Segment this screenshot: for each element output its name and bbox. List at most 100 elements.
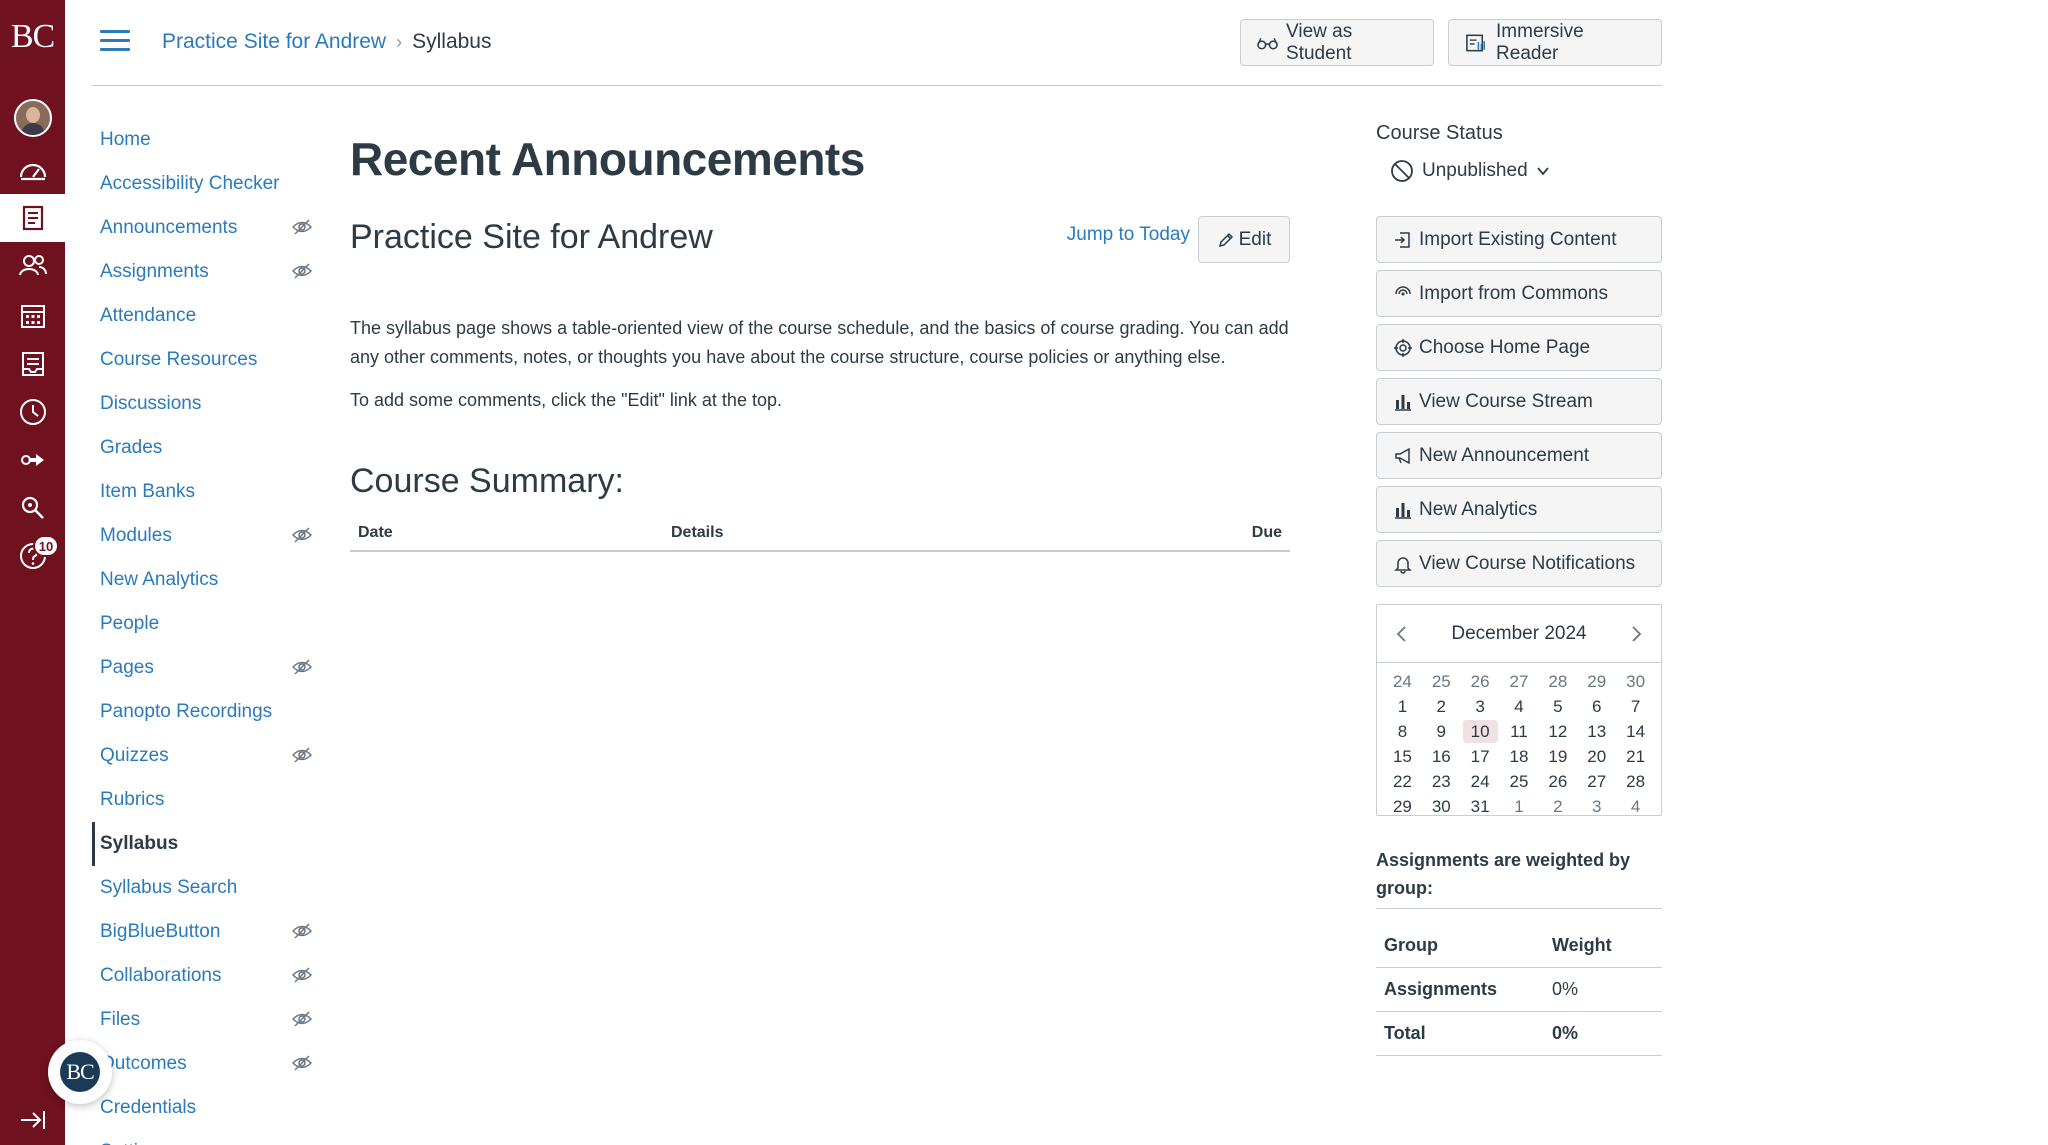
course-nav-people[interactable]: People bbox=[92, 602, 302, 646]
view-as-student-button[interactable]: View as Student bbox=[1240, 19, 1434, 66]
course-nav-item-banks[interactable]: Item Banks bbox=[92, 470, 302, 514]
course-nav-files[interactable]: Files bbox=[92, 998, 313, 1042]
calendar-day[interactable]: 3 bbox=[1577, 794, 1616, 819]
calendar-day[interactable]: 6 bbox=[1577, 694, 1616, 719]
calendar-day[interactable]: 2 bbox=[1422, 694, 1461, 719]
course-nav-quizzes[interactable]: Quizzes bbox=[92, 734, 313, 778]
calendar-day[interactable]: 15 bbox=[1383, 744, 1422, 769]
calendar-day[interactable]: 29 bbox=[1383, 794, 1422, 819]
syllabus-intro-paragraph: The syllabus page shows a table-oriented… bbox=[350, 318, 1289, 367]
choose-home-page-button[interactable]: Choose Home Page bbox=[1376, 324, 1662, 371]
calendar-day[interactable]: 30 bbox=[1422, 794, 1461, 819]
jump-to-today-link[interactable]: Jump to Today bbox=[1067, 224, 1190, 246]
immersive-reader-button[interactable]: Immersive Reader bbox=[1448, 19, 1662, 66]
course-nav-bigbluebutton[interactable]: BigBlueButton bbox=[92, 910, 313, 954]
inbox-nav-item[interactable] bbox=[0, 340, 65, 388]
course-nav-rubrics[interactable]: Rubrics bbox=[92, 778, 302, 822]
calendar-day[interactable]: 14 bbox=[1616, 719, 1655, 744]
calendar-day[interactable]: 24 bbox=[1461, 769, 1500, 794]
calendar-next-button[interactable] bbox=[1627, 624, 1647, 644]
course-nav-accessibility-checker[interactable]: Accessibility Checker bbox=[92, 162, 302, 206]
course-nav-settings[interactable]: Settings bbox=[92, 1130, 302, 1145]
calendar-day[interactable]: 2 bbox=[1538, 794, 1577, 819]
course-nav-collaborations[interactable]: Collaborations bbox=[92, 954, 313, 998]
calendar-day[interactable]: 25 bbox=[1422, 669, 1461, 694]
calendar-day[interactable]: 1 bbox=[1500, 794, 1539, 819]
course-nav-syllabus-search[interactable]: Syllabus Search bbox=[92, 866, 302, 910]
calendar-day[interactable]: 19 bbox=[1538, 744, 1577, 769]
groups-nav-item[interactable] bbox=[0, 242, 65, 290]
dashboard-nav-item[interactable] bbox=[0, 148, 65, 196]
course-nav-grades[interactable]: Grades bbox=[92, 426, 302, 470]
course-nav-assignments[interactable]: Assignments bbox=[92, 250, 313, 294]
help-nav-item[interactable]: 10 bbox=[0, 532, 65, 580]
calendar-day[interactable]: 3 bbox=[1461, 694, 1500, 719]
calendar-day[interactable]: 7 bbox=[1616, 694, 1655, 719]
course-nav-credentials[interactable]: Credentials bbox=[92, 1086, 302, 1130]
course-nav-new-analytics[interactable]: New Analytics bbox=[92, 558, 302, 602]
edit-button[interactable]: Edit bbox=[1198, 216, 1290, 263]
course-nav-syllabus[interactable]: Syllabus bbox=[92, 822, 302, 866]
course-nav-course-resources[interactable]: Course Resources bbox=[92, 338, 302, 382]
calendar-day[interactable]: 5 bbox=[1538, 694, 1577, 719]
calendar-prev-button[interactable] bbox=[1391, 624, 1411, 644]
calendar-day[interactable]: 21 bbox=[1616, 744, 1655, 769]
calendar-day[interactable]: 31 bbox=[1461, 794, 1500, 819]
calendar-day[interactable]: 26 bbox=[1538, 769, 1577, 794]
calendar-day[interactable]: 23 bbox=[1422, 769, 1461, 794]
calendar-day[interactable]: 8 bbox=[1383, 719, 1422, 744]
course-nav-announcements[interactable]: Announcements bbox=[92, 206, 313, 250]
search-nav-item[interactable] bbox=[0, 484, 65, 532]
calendar-day[interactable]: 30 bbox=[1616, 669, 1655, 694]
course-nav-home[interactable]: Home bbox=[92, 118, 302, 162]
calendar-nav-item[interactable] bbox=[0, 292, 65, 340]
calendar-day[interactable]: 28 bbox=[1616, 769, 1655, 794]
new-analytics-button[interactable]: New Analytics bbox=[1376, 486, 1662, 533]
calendar-day[interactable]: 18 bbox=[1500, 744, 1539, 769]
new-announcement-button[interactable]: New Announcement bbox=[1376, 432, 1662, 479]
import-existing-content-button[interactable]: Import Existing Content bbox=[1376, 216, 1662, 263]
calendar-day[interactable]: 13 bbox=[1577, 719, 1616, 744]
calendar-day[interactable]: 22 bbox=[1383, 769, 1422, 794]
calendar-day[interactable]: 9 bbox=[1422, 719, 1461, 744]
view-course-notifications-button[interactable]: View Course Notifications bbox=[1376, 540, 1662, 587]
institution-logo[interactable]: BC bbox=[0, 18, 65, 56]
calendar-day[interactable]: 17 bbox=[1461, 744, 1500, 769]
dashboard-icon bbox=[19, 163, 46, 181]
course-nav-attendance[interactable]: Attendance bbox=[92, 294, 302, 338]
calendar-day[interactable]: 11 bbox=[1500, 719, 1539, 744]
weights-header-weight: Weight bbox=[1552, 935, 1612, 955]
history-nav-item[interactable] bbox=[0, 388, 65, 436]
account-nav-item[interactable] bbox=[0, 94, 65, 142]
calendar-day[interactable]: 16 bbox=[1422, 744, 1461, 769]
course-nav-modules[interactable]: Modules bbox=[92, 514, 313, 558]
courses-nav-item[interactable] bbox=[0, 194, 65, 242]
import-from-commons-button[interactable]: Import from Commons bbox=[1376, 270, 1662, 317]
calendar-day[interactable]: 12 bbox=[1538, 719, 1577, 744]
calendar-day[interactable]: 29 bbox=[1577, 669, 1616, 694]
calendar-day[interactable]: 27 bbox=[1577, 769, 1616, 794]
course-nav-panopto-recordings[interactable]: Panopto Recordings bbox=[92, 690, 302, 734]
publish-status-menu[interactable]: Unpublished bbox=[1390, 159, 1662, 183]
course-status-heading: Course Status bbox=[1376, 122, 1503, 144]
calendar-day[interactable]: 1 bbox=[1383, 694, 1422, 719]
calendar-day-today[interactable]: 10 bbox=[1462, 720, 1498, 743]
calendar-day[interactable]: 4 bbox=[1616, 794, 1655, 819]
commons-icon bbox=[20, 454, 44, 466]
view-course-stream-button[interactable]: View Course Stream bbox=[1376, 378, 1662, 425]
calendar-day[interactable]: 26 bbox=[1461, 669, 1500, 694]
course-nav-pages[interactable]: Pages bbox=[92, 646, 313, 690]
calendar-day[interactable]: 24 bbox=[1383, 669, 1422, 694]
calendar-day[interactable]: 28 bbox=[1538, 669, 1577, 694]
collapse-nav-item[interactable] bbox=[0, 1096, 65, 1144]
calendar-day[interactable]: 4 bbox=[1500, 694, 1539, 719]
breadcrumb-course-link[interactable]: Practice Site for Andrew bbox=[162, 30, 386, 54]
course-nav-outcomes[interactable]: Outcomes bbox=[92, 1042, 313, 1086]
calendar-day[interactable]: 20 bbox=[1577, 744, 1616, 769]
hamburger-menu-icon[interactable] bbox=[100, 30, 130, 54]
floating-bc-launcher[interactable]: BC bbox=[48, 1040, 112, 1104]
course-nav-discussions[interactable]: Discussions bbox=[92, 382, 302, 426]
calendar-day[interactable]: 27 bbox=[1500, 669, 1539, 694]
calendar-day[interactable]: 25 bbox=[1500, 769, 1539, 794]
commons-nav-item[interactable] bbox=[0, 436, 65, 484]
